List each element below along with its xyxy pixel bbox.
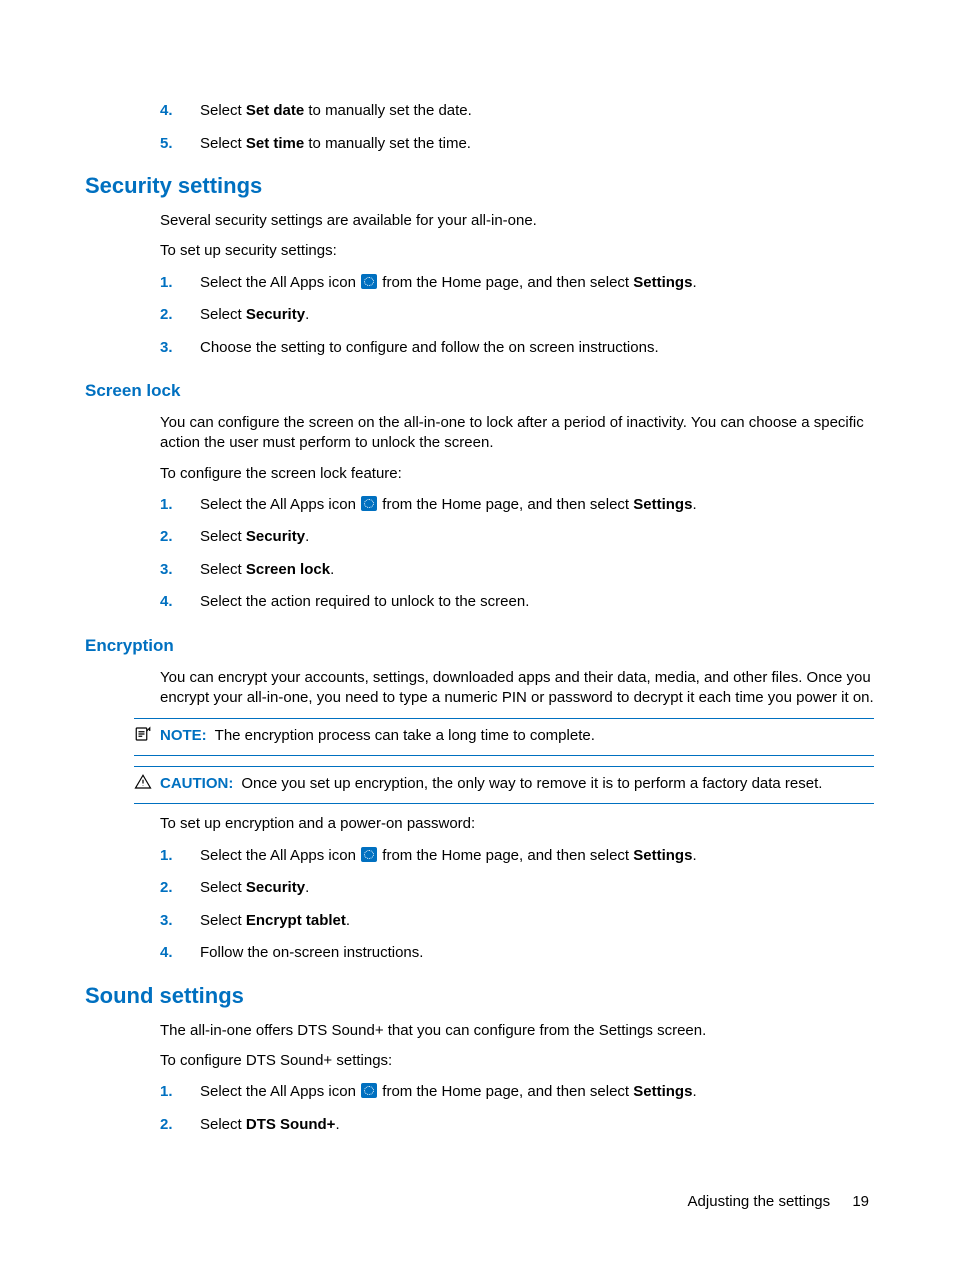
caution-text: Once you set up encryption, the only way…	[241, 773, 874, 794]
sound-block: The all-in-one offers DTS Sound+ that yo…	[160, 1021, 874, 1137]
paragraph: You can encrypt your accounts, settings,…	[160, 668, 874, 709]
note-callout: NOTE: The encryption process can take a …	[134, 718, 874, 756]
list-item: 2. Select Security.	[160, 304, 874, 327]
list-item: 2. Select DTS Sound+.	[160, 1114, 874, 1137]
datetime-steps: 4. Select Set date to manually set the d…	[160, 100, 874, 155]
security-steps: 1. Select the All Apps icon from the Hom…	[160, 272, 874, 360]
step-number: 1.	[160, 272, 173, 295]
step-number: 3.	[160, 559, 173, 582]
page-footer: Adjusting the settings 19	[688, 1193, 869, 1210]
list-item: 4. Select Set date to manually set the d…	[160, 100, 874, 123]
footer-text: Adjusting the settings	[688, 1193, 831, 1210]
list-item: 1. Select the All Apps icon from the Hom…	[160, 494, 874, 517]
note-icon	[134, 725, 152, 749]
list-item: 1. Select the All Apps icon from the Hom…	[160, 272, 874, 295]
security-settings-heading: Security settings	[85, 173, 874, 199]
list-item: 2. Select Security.	[160, 877, 874, 900]
list-item: 1. Select the All Apps icon from the Hom…	[160, 845, 874, 868]
step-number: 4.	[160, 591, 173, 614]
step-number: 2.	[160, 877, 173, 900]
list-item: 1. Select the All Apps icon from the Hom…	[160, 1081, 874, 1104]
all-apps-icon	[361, 496, 377, 511]
list-item: 3. Choose the setting to configure and f…	[160, 337, 874, 360]
paragraph: Several security settings are available …	[160, 211, 874, 231]
note-label: NOTE:	[160, 725, 207, 746]
all-apps-icon	[361, 1083, 377, 1098]
sound-settings-heading: Sound settings	[85, 983, 874, 1009]
list-item: 4. Select the action required to unlock …	[160, 591, 874, 614]
all-apps-icon	[361, 274, 377, 289]
screen-lock-heading: Screen lock	[85, 381, 874, 401]
step-number: 2.	[160, 304, 173, 327]
page: 4. Select Set date to manually set the d…	[0, 0, 954, 1270]
paragraph: To configure DTS Sound+ settings:	[160, 1051, 874, 1071]
step-number: 5.	[160, 133, 173, 156]
list-item: 3. Select Screen lock.	[160, 559, 874, 582]
step-number: 4.	[160, 942, 173, 965]
step-number: 3.	[160, 910, 173, 933]
step-number: 1.	[160, 845, 173, 868]
encryption-heading: Encryption	[85, 636, 874, 656]
step-number: 3.	[160, 337, 173, 360]
screen-lock-block: You can configure the screen on the all-…	[160, 413, 874, 614]
step-number: 1.	[160, 494, 173, 517]
step-number: 1.	[160, 1081, 173, 1104]
paragraph: To configure the screen lock feature:	[160, 464, 874, 484]
note-text: The encryption process can take a long t…	[215, 725, 874, 746]
step-number: 2.	[160, 526, 173, 549]
step-number: 4.	[160, 100, 173, 123]
list-item: 5. Select Set time to manually set the t…	[160, 133, 874, 156]
datetime-steps-block: 4. Select Set date to manually set the d…	[160, 100, 874, 155]
list-item: 4. Follow the on-screen instructions.	[160, 942, 874, 965]
paragraph: To set up security settings:	[160, 241, 874, 261]
caution-icon	[134, 773, 152, 797]
paragraph: You can configure the screen on the all-…	[160, 413, 874, 454]
encryption-block: You can encrypt your accounts, settings,…	[160, 668, 874, 965]
all-apps-icon	[361, 847, 377, 862]
sound-steps: 1. Select the All Apps icon from the Hom…	[160, 1081, 874, 1136]
paragraph: The all-in-one offers DTS Sound+ that yo…	[160, 1021, 874, 1041]
paragraph: To set up encryption and a power-on pass…	[160, 814, 874, 834]
security-block: Several security settings are available …	[160, 211, 874, 359]
list-item: 2. Select Security.	[160, 526, 874, 549]
page-number: 19	[852, 1193, 869, 1210]
caution-label: CAUTION:	[160, 773, 233, 794]
caution-callout: CAUTION: Once you set up encryption, the…	[134, 766, 874, 804]
list-item: 3. Select Encrypt tablet.	[160, 910, 874, 933]
screen-lock-steps: 1. Select the All Apps icon from the Hom…	[160, 494, 874, 614]
encryption-steps: 1. Select the All Apps icon from the Hom…	[160, 845, 874, 965]
step-number: 2.	[160, 1114, 173, 1137]
